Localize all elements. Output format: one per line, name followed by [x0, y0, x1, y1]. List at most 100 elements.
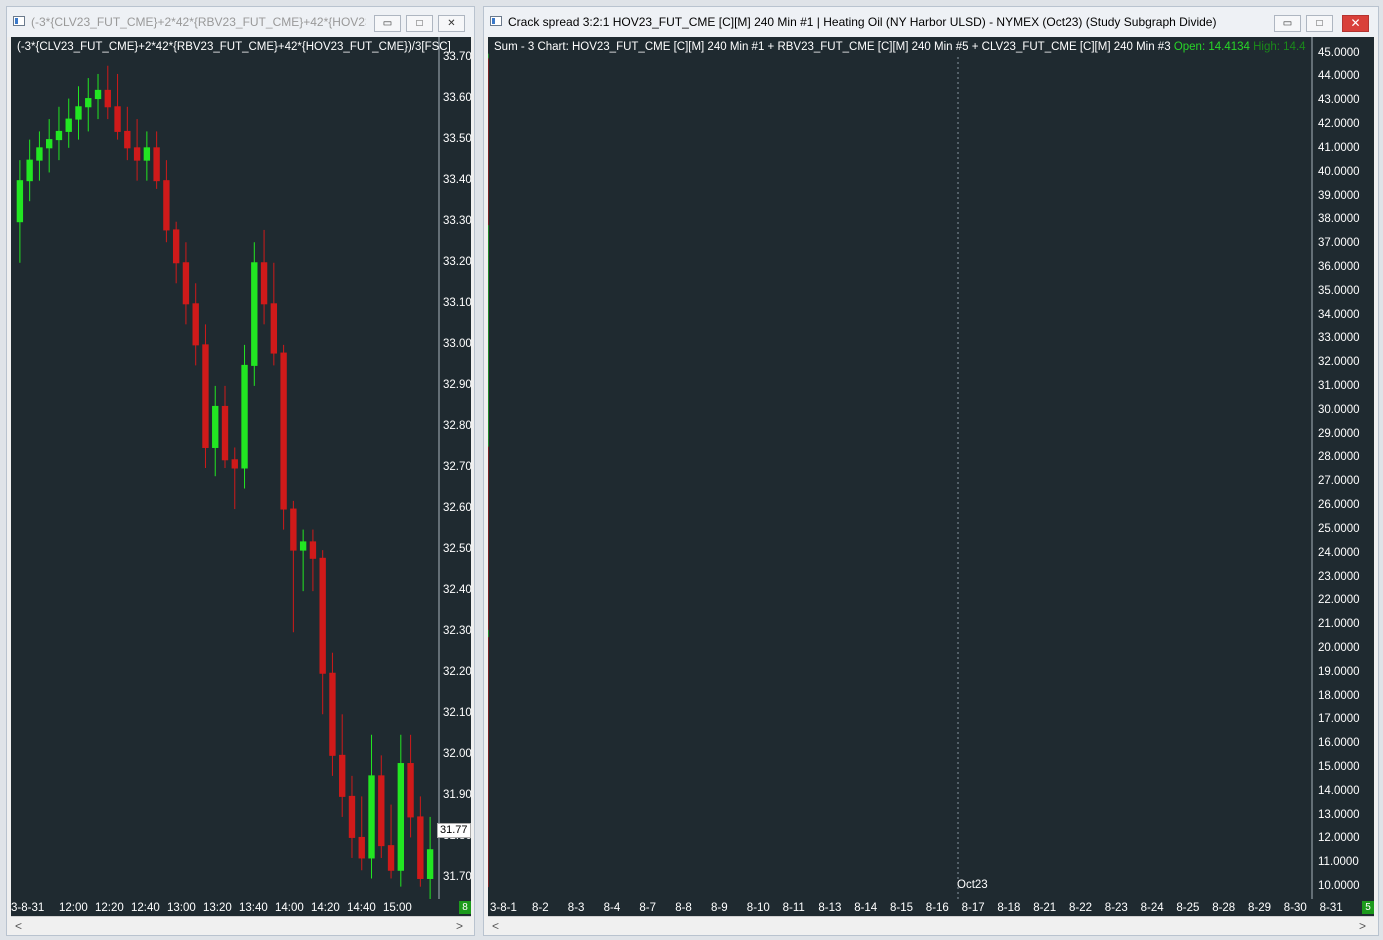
candle-body [202, 344, 209, 448]
date-tick-label: 8-14 [854, 902, 878, 914]
time-tick-label: 3-8-31 [11, 902, 45, 914]
price-tick-label: 24.0000 [1318, 546, 1360, 559]
price-tick-label: 32.80 [443, 419, 471, 432]
date-tick-label: 3-8-1 [490, 902, 517, 914]
minimize-button[interactable]: ▭ [1274, 15, 1301, 32]
candle-body [319, 557, 326, 674]
price-tick-label: 40.0000 [1318, 165, 1360, 178]
price-tick-label: 13.0000 [1318, 808, 1360, 821]
price-tick-label: 37.0000 [1318, 237, 1360, 250]
price-tick-label: 32.40 [443, 584, 471, 597]
left-chart-window: (-3*{CLV23_FUT_CME}+2*42*{RBV23_FUT_CME}… [6, 6, 475, 936]
date-tick-label: 8-7 [639, 902, 657, 914]
price-tick-label: 41.0000 [1318, 141, 1360, 154]
left-horizontal-scrollbar[interactable]: < > [11, 916, 471, 935]
maximize-button[interactable]: □ [1306, 15, 1333, 32]
candle-body [299, 541, 307, 551]
close-button[interactable]: ✕ [438, 15, 465, 32]
scroll-right-icon[interactable]: > [1359, 919, 1366, 933]
price-tick-label: 45.0000 [1318, 46, 1360, 59]
price-tick-label: 31.90 [443, 789, 471, 802]
price-tick-label: 10.0000 [1318, 880, 1360, 893]
left-chart-header: (-3*{CLV23_FUT_CME}+2*42*{RBV23_FUT_CME}… [17, 41, 451, 53]
candle-body [280, 352, 287, 510]
time-tick-label: 13:40 [239, 902, 268, 914]
price-tick-label: 31.70 [443, 871, 471, 884]
price-tick-label: 33.70 [443, 50, 471, 63]
candle-body [163, 180, 170, 231]
candle-body [329, 672, 336, 756]
candle-body [270, 303, 278, 354]
time-tick-label: 12:40 [131, 902, 160, 914]
price-tick-label: 23.0000 [1318, 570, 1360, 583]
price-tick-label: 32.20 [443, 666, 471, 679]
right-candlestick-chart[interactable] [488, 37, 1374, 899]
price-tick-label: 30.0000 [1318, 403, 1360, 416]
price-tick-label: 32.70 [443, 461, 471, 473]
price-tick-label: 43.0000 [1318, 94, 1360, 107]
price-tick-label: 33.30 [443, 214, 471, 227]
date-tick-label: 8-16 [925, 902, 949, 914]
time-tick-label: 15:00 [383, 902, 412, 914]
date-tick-label: 8-8 [675, 902, 692, 914]
left-candlestick-chart[interactable] [11, 37, 471, 899]
candle-body [104, 89, 111, 108]
candle-body [231, 459, 238, 469]
scroll-left-icon[interactable]: < [15, 919, 22, 933]
open-value: Open: 14.4134 [1173, 41, 1250, 53]
date-tick-label: 8-13 [818, 902, 842, 914]
scroll-right-icon[interactable]: > [456, 919, 463, 933]
right-chart-header: Sum - 3 Chart: HOV23_FUT_CME [C][M] 240 … [494, 41, 1306, 53]
right-horizontal-scrollbar[interactable]: < > [488, 916, 1374, 935]
price-tick-label: 39.0000 [1318, 189, 1360, 202]
right-date-axis[interactable]: 3-8-1 8-2 8-3 8-4 8-7 8-8 8-9 8-10 8-11 8-13 8-14 8… [488, 899, 1374, 916]
candle-body [172, 229, 180, 264]
left-title-bar[interactable]: (-3*{CLV23_FUT_CME}+2*42*{RBV23_FUT_CME}… [7, 7, 474, 37]
date-tick-label: 8-21 [1033, 902, 1057, 914]
candle-body [387, 845, 395, 871]
right-window-title: Crack spread 3:2:1 HOV23_FUT_CME [C][M] … [508, 15, 1217, 29]
left-chart-area[interactable]: (-3*{CLV23_FUT_CME}+2*42*{RBV23_FUT_CME}… [11, 37, 471, 899]
price-tick-label: 32.50 [443, 543, 471, 556]
price-tick-label: 25.0000 [1318, 522, 1360, 535]
price-tick-label: 31.0000 [1318, 380, 1360, 393]
candle-body [426, 849, 434, 879]
date-tick-label: 8-17 [961, 902, 985, 914]
minimize-button[interactable]: ▭ [374, 15, 401, 32]
price-tick-label: 42.0000 [1318, 118, 1360, 131]
candle-body [309, 541, 317, 559]
contract-label: Oct23 [957, 879, 988, 891]
date-tick-label: 8-28 [1212, 902, 1236, 914]
price-tick-label: 32.90 [443, 378, 471, 391]
candle-body [36, 147, 43, 161]
date-tick-label: 8-10 [746, 902, 770, 914]
maximize-button[interactable]: □ [406, 15, 433, 32]
scroll-left-icon[interactable]: < [492, 919, 499, 933]
candle-body [46, 139, 53, 149]
date-tick-label: 8-24 [1140, 902, 1164, 914]
date-tick-label: 8-31 [1319, 902, 1343, 914]
price-tick-label: 32.30 [443, 625, 471, 638]
right-title-bar[interactable]: Crack spread 3:2:1 HOV23_FUT_CME [C][M] … [484, 7, 1378, 37]
candle-body [221, 405, 229, 461]
date-tick-label: 8-29 [1248, 902, 1272, 914]
right-chart-area[interactable]: Sum - 3 Chart: HOV23_FUT_CME [C][M] 240 … [488, 37, 1374, 899]
date-tick-label: 8-4 [603, 902, 621, 914]
study-description: Sum - 3 Chart: HOV23_FUT_CME [C][M] 240 … [494, 41, 1171, 53]
candle-body [55, 130, 63, 141]
candle-body [153, 147, 160, 182]
price-tick-label: 32.60 [443, 502, 471, 515]
date-tick-label: 8-3 [567, 902, 585, 914]
candle-body [26, 159, 33, 182]
price-tick-label: 20.0000 [1318, 641, 1360, 654]
price-tick-label: 26.0000 [1318, 499, 1360, 512]
candle-body [85, 98, 92, 108]
candle-body [114, 106, 121, 132]
candle-body [124, 130, 131, 149]
left-time-axis[interactable]: 3-8-31 12:00 12:20 12:40 13:00 13:20 13:40 14:0… [11, 899, 471, 916]
price-tick-label: 34.0000 [1318, 308, 1360, 321]
price-tick-label: 38.0000 [1318, 213, 1360, 226]
price-tick-label: 12.0000 [1318, 832, 1360, 845]
close-button[interactable]: ✕ [1342, 15, 1369, 32]
price-tick-label: 32.0000 [1318, 356, 1360, 369]
